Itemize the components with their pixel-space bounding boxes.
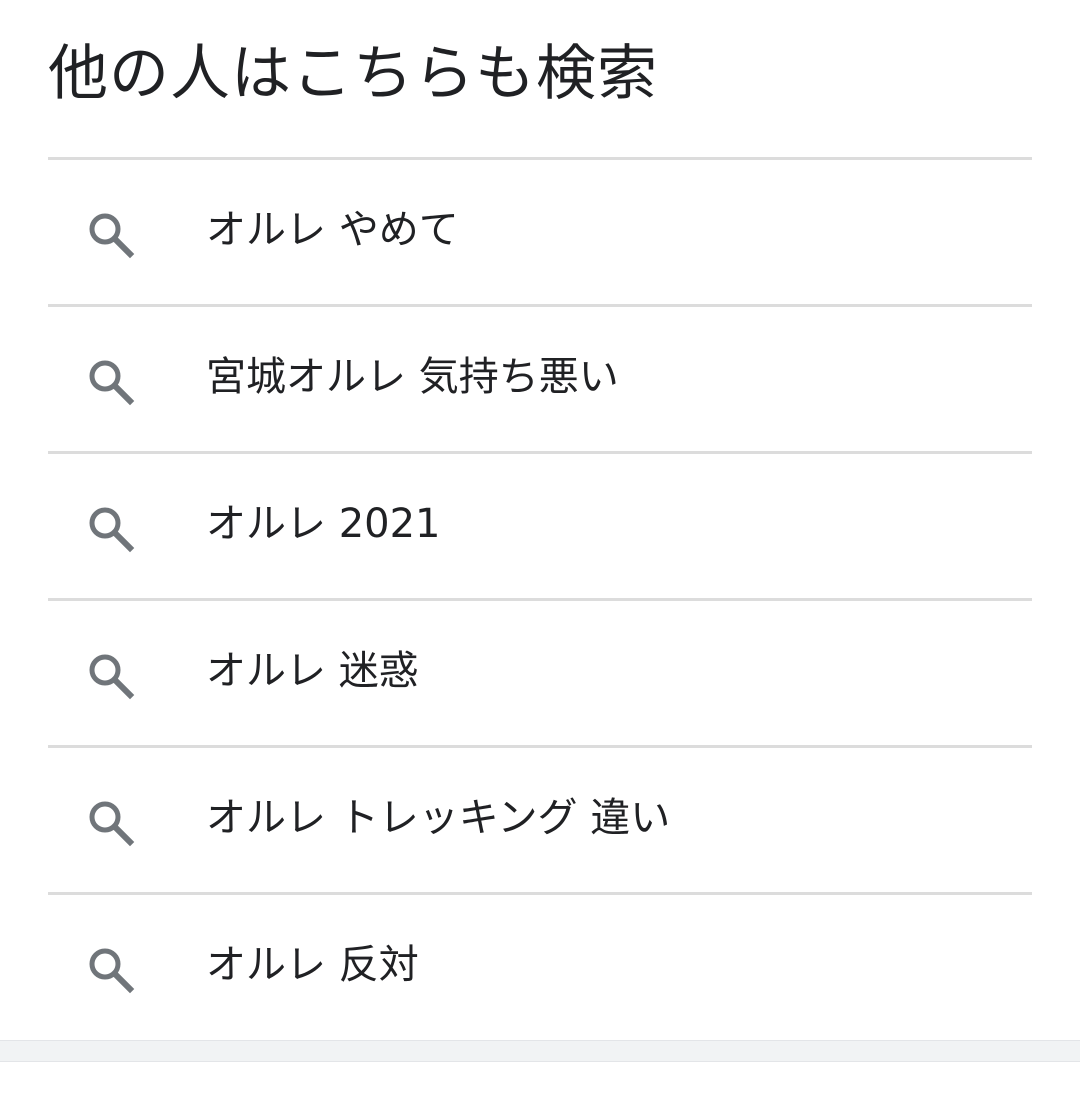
related-search-label: オルレ 2021	[206, 501, 441, 547]
search-icon	[86, 210, 136, 260]
search-icon	[86, 504, 136, 554]
related-search-item[interactable]: オルレ やめて	[48, 157, 1032, 304]
related-searches-list: オルレ やめて 宮城オルレ 気持ち悪い オルレ 2021 オルレ 迷惑 オルレ …	[48, 157, 1032, 1039]
related-search-label: オルレ トレッキング 違い	[206, 795, 671, 841]
search-icon	[86, 357, 136, 407]
related-search-item[interactable]: オルレ 迷惑	[48, 598, 1032, 745]
related-search-label: 宮城オルレ 気持ち悪い	[206, 354, 619, 400]
search-icon	[86, 798, 136, 848]
related-search-label: オルレ 反対	[206, 942, 419, 988]
related-searches-card: 他の人はこちらも検索 オルレ やめて 宮城オルレ 気持ち悪い オルレ 2021 …	[0, 0, 1080, 1040]
related-search-item[interactable]: オルレ 反対	[48, 892, 1032, 1039]
related-search-item[interactable]: 宮城オルレ 気持ち悪い	[48, 304, 1032, 451]
related-search-label: オルレ やめて	[206, 207, 459, 253]
section-title: 他の人はこちらも検索	[48, 39, 658, 109]
search-icon	[86, 651, 136, 701]
related-search-item[interactable]: オルレ トレッキング 違い	[48, 745, 1032, 892]
search-icon	[86, 945, 136, 995]
related-search-label: オルレ 迷惑	[206, 648, 419, 694]
related-search-item[interactable]: オルレ 2021	[48, 451, 1032, 598]
section-separator	[0, 1040, 1080, 1062]
